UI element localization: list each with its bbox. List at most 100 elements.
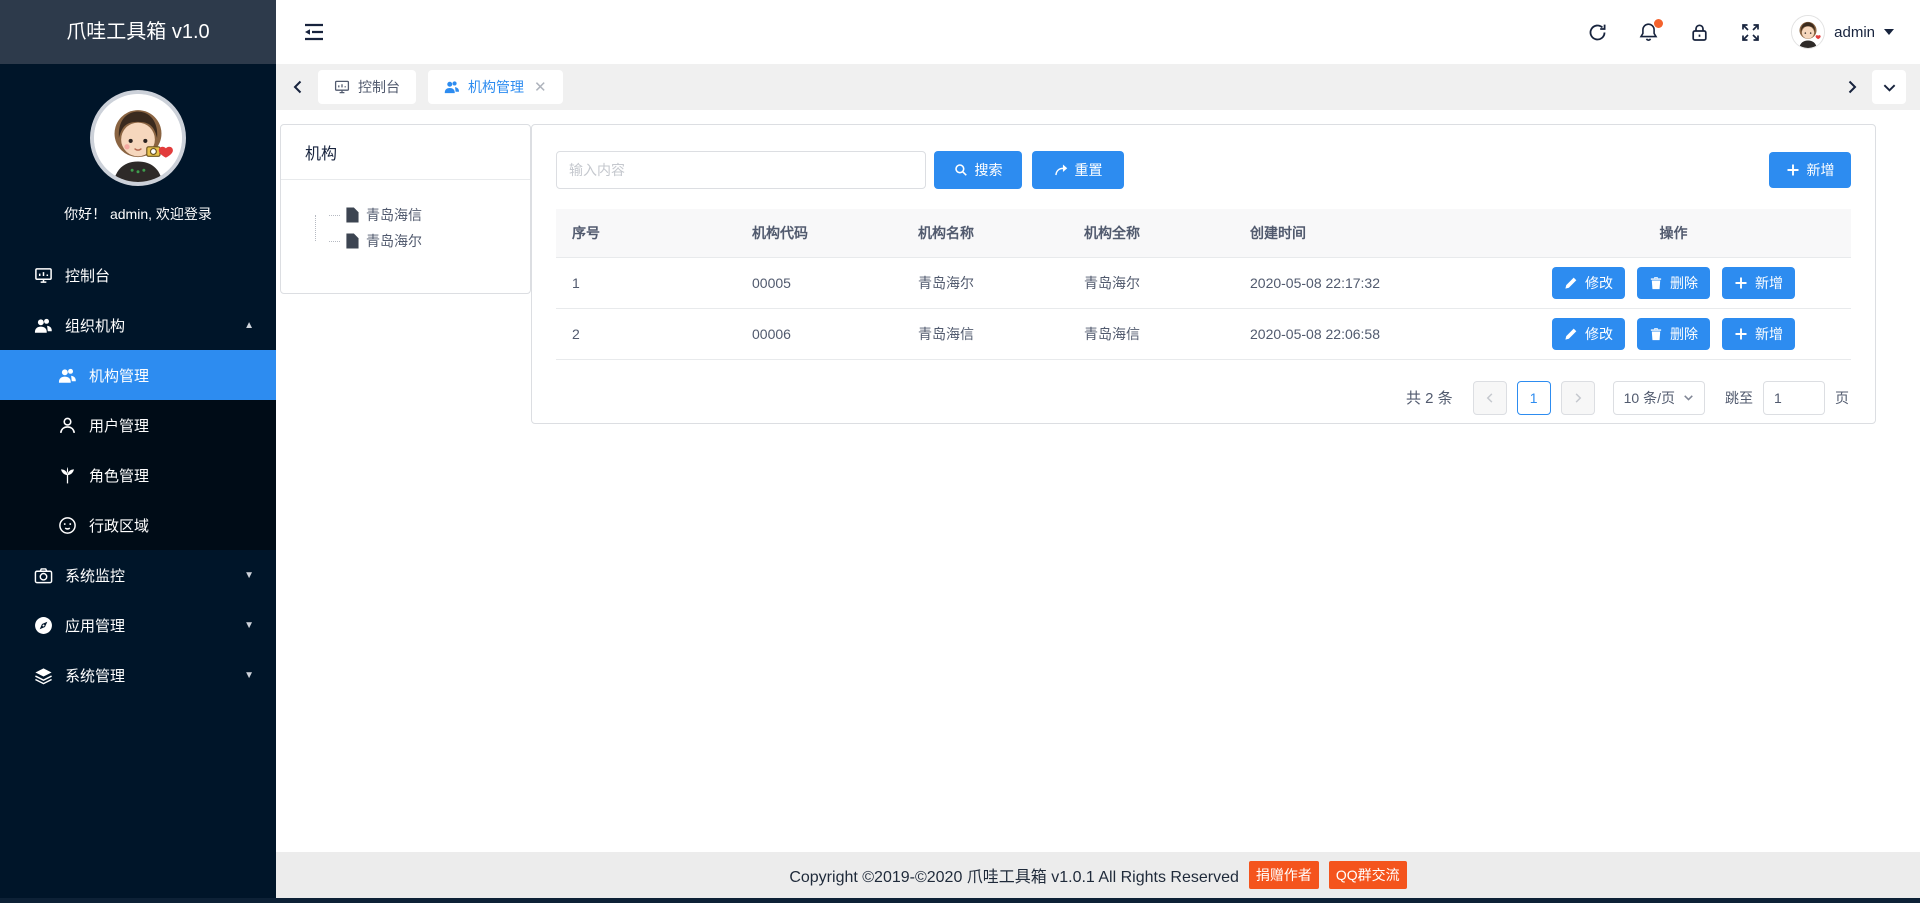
top-header: admin — [276, 0, 1920, 64]
cell-org-name: 青岛海尔 — [902, 257, 1068, 308]
notification-bell-icon[interactable] — [1638, 22, 1659, 43]
search-button[interactable]: 搜索 — [934, 151, 1022, 189]
dashboard-icon — [34, 266, 53, 285]
tree-node-label: 青岛海信 — [366, 205, 422, 225]
delete-button[interactable]: 删除 — [1637, 267, 1710, 299]
file-icon — [345, 233, 359, 249]
tab-label: 机构管理 — [468, 77, 524, 97]
donate-badge[interactable]: 捐赠作者 — [1249, 861, 1319, 889]
tab-console[interactable]: 控制台 — [318, 70, 416, 104]
tab-org-management[interactable]: 机构管理 ✕ — [428, 70, 563, 104]
row-actions: 修改 删除 — [1552, 267, 1795, 299]
table-toolbar: 搜索 重置 新增 — [556, 151, 1851, 189]
trash-icon — [1649, 276, 1663, 290]
sidebar-item-system-monitor[interactable]: 系统监控 ▼ — [0, 550, 276, 600]
menu-fold-icon[interactable] — [302, 20, 326, 44]
column-header: 机构名称 — [902, 209, 1068, 257]
page-number-button[interactable]: 1 — [1517, 381, 1551, 415]
add-button[interactable]: 新增 — [1769, 152, 1851, 188]
delete-button[interactable]: 删除 — [1637, 318, 1710, 350]
row-add-button[interactable]: 新增 — [1722, 267, 1795, 299]
pencil-icon — [1564, 327, 1578, 341]
tab-close-icon[interactable]: ✕ — [534, 78, 547, 96]
table-row: 1 00005 青岛海尔 青岛海尔 2020-05-08 22:17:32 — [556, 257, 1851, 308]
cell-org-name: 青岛海信 — [902, 308, 1068, 359]
column-header: 序号 — [556, 209, 736, 257]
lock-icon[interactable] — [1689, 22, 1710, 43]
cell-org-fullname: 青岛海尔 — [1068, 257, 1234, 308]
region-icon — [58, 516, 77, 535]
plus-icon — [1734, 327, 1748, 341]
cell-created-time: 2020-05-08 22:17:32 — [1234, 257, 1496, 308]
reset-button-label: 重置 — [1075, 160, 1103, 180]
pencil-icon — [1564, 276, 1578, 290]
fullscreen-icon[interactable] — [1740, 22, 1761, 43]
pagination: 共 2 条 1 10 条/页 跳至 页 — [556, 360, 1851, 415]
person-icon — [58, 416, 77, 435]
tab-label: 控制台 — [358, 77, 400, 97]
next-page-button[interactable] — [1561, 381, 1595, 415]
notification-dot — [1654, 19, 1663, 28]
sidebar-item-user-management[interactable]: 用户管理 — [0, 400, 276, 450]
prev-page-button[interactable] — [1473, 381, 1507, 415]
sidebar-item-label: 行政区域 — [89, 515, 149, 536]
jump-to-label: 跳至 — [1725, 388, 1753, 408]
sidebar-item-org-management[interactable]: 机构管理 — [0, 350, 276, 400]
reset-button[interactable]: 重置 — [1032, 151, 1124, 189]
sidebar-item-label: 系统管理 — [65, 665, 125, 686]
sidebar-item-label: 角色管理 — [89, 465, 149, 486]
tree-node[interactable]: 青岛海尔 — [315, 228, 514, 254]
username-label: admin — [1834, 24, 1875, 41]
topbar-actions: admin — [1587, 15, 1894, 49]
chevron-up-icon: ▲ — [244, 320, 254, 331]
avatar-illustration — [94, 94, 182, 182]
user-menu[interactable]: admin — [1791, 15, 1894, 49]
row-add-button[interactable]: 新增 — [1722, 318, 1795, 350]
cell-org-fullname: 青岛海信 — [1068, 308, 1234, 359]
organization-icon — [444, 79, 460, 95]
profile-section: 你好！ admin, 欢迎登录 — [0, 64, 276, 224]
sidebar-item-role-management[interactable]: 角色管理 — [0, 450, 276, 500]
tabs-scroll-right-icon[interactable] — [1844, 79, 1860, 95]
table-header-row: 序号 机构代码 机构名称 机构全称 创建时间 操作 — [556, 209, 1851, 257]
sidebar-item-label: 系统监控 — [65, 565, 125, 586]
chevron-down-icon: ▼ — [244, 620, 254, 631]
add-button-label: 新增 — [1807, 160, 1835, 180]
tabs-scroll-left-icon[interactable] — [290, 79, 306, 95]
sidebar-item-label: 机构管理 — [89, 365, 149, 386]
page-size-select[interactable]: 10 条/页 — [1613, 381, 1705, 415]
plus-icon — [1786, 163, 1800, 177]
sidebar-item-organization[interactable]: 组织机构 ▲ — [0, 300, 276, 350]
search-input[interactable] — [556, 151, 926, 189]
tree-node[interactable]: 青岛海信 — [315, 202, 514, 228]
column-header: 机构全称 — [1068, 209, 1234, 257]
table-row: 2 00006 青岛海信 青岛海信 2020-05-08 22:06:58 — [556, 308, 1851, 359]
org-tree-panel: 机构 青岛海信 青岛海尔 — [280, 124, 531, 294]
organization-icon — [34, 316, 53, 335]
user-avatar[interactable] — [90, 90, 186, 186]
qq-group-badge[interactable]: QQ群交流 — [1329, 861, 1407, 889]
tabs-options-icon[interactable] — [1872, 70, 1906, 104]
sidebar-item-app-management[interactable]: 应用管理 ▼ — [0, 600, 276, 650]
organization-icon — [58, 366, 77, 385]
edit-button[interactable]: 修改 — [1552, 318, 1625, 350]
search-icon — [954, 163, 968, 177]
jump-page-input[interactable] — [1763, 381, 1825, 415]
row-actions: 修改 删除 — [1552, 318, 1795, 350]
sidebar-item-console[interactable]: 控制台 — [0, 250, 276, 300]
sidebar-item-label: 应用管理 — [65, 615, 125, 636]
compass-icon — [34, 616, 53, 635]
sidebar-menu: 控制台 组织机构 ▲ — [0, 250, 276, 700]
org-tree: 青岛海信 青岛海尔 — [301, 202, 514, 254]
edit-button[interactable]: 修改 — [1552, 267, 1625, 299]
row-add-button-label: 新增 — [1755, 324, 1783, 344]
sidebar-item-admin-region[interactable]: 行政区域 — [0, 500, 276, 550]
refresh-icon[interactable] — [1587, 22, 1608, 43]
cell-seq: 2 — [556, 308, 736, 359]
cell-org-code: 00006 — [736, 308, 902, 359]
footer: Copyright ©2019-©2020 爪哇工具箱 v1.0.1 All R… — [276, 852, 1920, 898]
chevron-down-icon: ▼ — [244, 670, 254, 681]
delete-button-label: 删除 — [1670, 273, 1698, 293]
total-count-label: 共 2 条 — [1406, 387, 1453, 408]
sidebar-item-system-management[interactable]: 系统管理 ▼ — [0, 650, 276, 700]
